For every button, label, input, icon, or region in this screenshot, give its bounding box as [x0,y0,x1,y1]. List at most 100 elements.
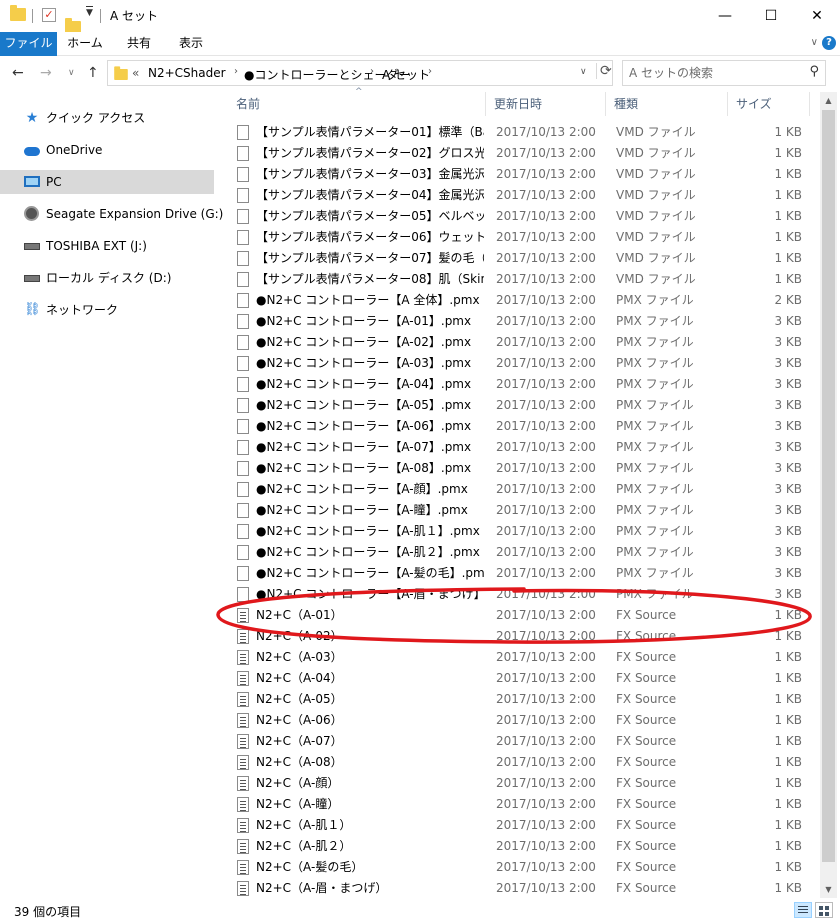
file-date: 2017/10/13 2:00 [496,608,596,622]
tab-home[interactable]: ホーム [60,32,110,56]
table-row[interactable]: ●N2+C コントローラー【A-04】.pmx 2017/10/13 2:00 PM… [228,374,810,395]
tab-share[interactable]: 共有 [116,32,162,56]
file-type: VMD ファイル [616,188,696,202]
expand-ribbon-icon[interactable]: ∨ [811,37,818,48]
nav-item-label: PC [46,175,62,189]
text-file-icon [237,818,249,833]
table-row[interactable]: 【サンプル表情パラメーター06】ウェット質感（w... 2017/10/13 2:… [228,227,810,248]
file-type: VMD ファイル [616,209,696,223]
file-name: ●N2+C コントローラー【A-02】.pmx [256,335,472,349]
table-row[interactable]: N2+C（A-04） 2017/10/13 2:00 FX Source 1 KB [228,668,810,689]
nav-item-local-disk[interactable]: ローカル ディスク (D:) [0,266,214,290]
vertical-scrollbar[interactable]: ▲ ▼ [820,92,837,898]
details-view-button[interactable] [794,902,812,918]
table-row[interactable]: N2+C（A-髪の毛） 2017/10/13 2:00 FX Source 1 KB [228,857,810,878]
nav-item-pc[interactable]: PC [0,170,214,194]
file-icon [237,440,249,455]
file-date: 2017/10/13 2:00 [496,314,596,328]
column-header-size[interactable]: サイズ [728,92,810,116]
table-row[interactable]: ●N2+C コントローラー【A-03】.pmx 2017/10/13 2:00 PM… [228,353,810,374]
forward-button[interactable]: → [40,65,52,81]
large-icons-view-button[interactable] [815,902,833,918]
table-row[interactable]: 【サンプル表情パラメーター02】グロス光沢（Gl... 2017/10/13 2:… [228,143,810,164]
text-file-icon [237,734,249,749]
table-row[interactable]: N2+C（A-眉・まつげ） 2017/10/13 2:00 FX Source 1 K… [228,878,810,898]
file-type: FX Source [616,734,677,748]
column-header-date[interactable]: 更新日時 [486,92,606,116]
table-row[interactable]: N2+C（A-05） 2017/10/13 2:00 FX Source 1 KB [228,689,810,710]
table-row[interactable]: 【サンプル表情パラメーター04】金属光沢Ｂ（... 2017/10/13 2:00… [228,185,810,206]
cloud-icon [24,147,40,156]
scroll-thumb[interactable] [822,110,835,862]
column-header-type[interactable]: 種類 [606,92,728,116]
address-bar[interactable]: « N2+CShader › ●コントローラーとシェーダー › A セット › … [107,60,613,86]
table-row[interactable]: N2+C（A-06） 2017/10/13 2:00 FX Source 1 KB [228,710,810,731]
refresh-icon[interactable]: ⟳ [596,63,612,79]
properties-check-icon[interactable]: ✓ [42,8,56,22]
search-input[interactable] [629,64,799,82]
tab-file[interactable]: ファイル [0,32,57,56]
table-row[interactable]: 【サンプル表情パラメーター08】肌（Skin）.vmd 2017/10/13 2:… [228,269,810,290]
file-type: FX Source [616,629,677,643]
table-row[interactable]: N2+C（A-肌２） 2017/10/13 2:00 FX Source 1 KB [228,836,810,857]
table-row[interactable]: 【サンプル表情パラメーター05】ベルベット（Velv... 2017/10/13 … [228,206,810,227]
table-row[interactable]: N2+C（A-03） 2017/10/13 2:00 FX Source 1 KB [228,647,810,668]
file-name: N2+C（A-瞳） [256,797,340,811]
table-row[interactable]: 【サンプル表情パラメーター03】金属光沢Ａ（... 2017/10/13 2:00… [228,164,810,185]
scroll-up-button[interactable]: ▲ [820,92,837,109]
nav-item-network[interactable]: ⛓ ネットワーク [0,298,214,322]
table-row[interactable]: N2+C（A-顔） 2017/10/13 2:00 FX Source 1 KB [228,773,810,794]
file-date: 2017/10/13 2:00 [496,713,596,727]
table-row[interactable]: ●N2+C コントローラー【A-眉・まつげ】.pmx 2017/10/13 2:0… [228,584,810,605]
address-dropdown-icon[interactable]: ∨ [580,67,587,77]
tab-view[interactable]: 表示 [168,32,214,56]
table-row[interactable]: N2+C（A-肌１） 2017/10/13 2:00 FX Source 1 KB [228,815,810,836]
nav-item-onedrive[interactable]: OneDrive [0,138,214,162]
breadcrumb-item[interactable]: A セット [382,66,430,83]
table-row[interactable]: ●N2+C コントローラー【A-02】.pmx 2017/10/13 2:00 PM… [228,332,810,353]
search-box[interactable]: ⚲ [622,60,826,86]
table-row[interactable]: N2+C（A-08） 2017/10/13 2:00 FX Source 1 KB [228,752,810,773]
scroll-down-button[interactable]: ▼ [820,881,837,898]
table-row[interactable]: 【サンプル表情パラメーター07】髪の毛（Hair）... 2017/10/13 2… [228,248,810,269]
table-row[interactable]: ●N2+C コントローラー【A-08】.pmx 2017/10/13 2:00 PM… [228,458,810,479]
table-row[interactable]: ●N2+C コントローラー【A-05】.pmx 2017/10/13 2:00 PM… [228,395,810,416]
table-row[interactable]: ●N2+C コントローラー【A-顔】.pmx 2017/10/13 2:00 PMX… [228,479,810,500]
table-row[interactable]: ●N2+C コントローラー【A-肌２】.pmx 2017/10/13 2:00 PM… [228,542,810,563]
file-type: PMX ファイル [616,314,694,328]
close-button[interactable]: ✕ [794,0,840,32]
nav-item-label: OneDrive [46,143,103,157]
breadcrumb-separator[interactable]: › [428,66,432,77]
recent-locations-icon[interactable]: ∨ [68,68,75,78]
file-type: PMX ファイル [616,440,694,454]
back-button[interactable]: ← [12,65,24,81]
maximize-button[interactable]: ☐ [748,0,794,32]
table-row[interactable]: N2+C（A-瞳） 2017/10/13 2:00 FX Source 1 KB [228,794,810,815]
table-row[interactable]: N2+C（A-07） 2017/10/13 2:00 FX Source 1 KB [228,731,810,752]
table-row[interactable]: ●N2+C コントローラー【A 全体】.pmx 2017/10/13 2:00 PM… [228,290,810,311]
table-row[interactable]: ●N2+C コントローラー【A-07】.pmx 2017/10/13 2:00 PM… [228,437,810,458]
breadcrumb-separator[interactable]: › [234,66,238,77]
table-row[interactable]: ●N2+C コントローラー【A-06】.pmx 2017/10/13 2:00 PM… [228,416,810,437]
file-icon [237,272,249,287]
table-row[interactable]: ●N2+C コントローラー【A-肌１】.pmx 2017/10/13 2:00 PM… [228,521,810,542]
table-row[interactable]: 【サンプル表情パラメーター01】標準（Basic）.... 2017/10/13 … [228,122,810,143]
table-row[interactable]: ●N2+C コントローラー【A-瞳】.pmx 2017/10/13 2:00 PMX… [228,500,810,521]
column-header-name[interactable]: 名前 [228,92,486,116]
nav-item-toshiba-drive[interactable]: TOSHIBA EXT (J:) [0,234,214,258]
table-row[interactable]: ●N2+C コントローラー【A-01】.pmx 2017/10/13 2:00 PM… [228,311,810,332]
up-button[interactable]: ↑ [87,65,99,81]
table-row[interactable]: ●N2+C コントローラー【A-髪の毛】.pmx 2017/10/13 2:00 P… [228,563,810,584]
file-date: 2017/10/13 2:00 [496,356,596,370]
divider [100,9,101,23]
nav-item-quick-access[interactable]: ★ クイック アクセス [0,106,214,130]
help-icon[interactable]: ? [822,36,836,50]
breadcrumb-overflow[interactable]: « [132,66,139,80]
table-row[interactable]: N2+C（A-02） 2017/10/13 2:00 FX Source 1 KB [228,626,810,647]
breadcrumb-item[interactable]: N2+CShader [148,66,226,80]
nav-item-seagate-drive[interactable]: Seagate Expansion Drive (G:) [0,202,223,226]
minimize-button[interactable]: — [702,0,748,32]
table-row[interactable]: N2+C（A-01） 2017/10/13 2:00 FX Source 1 KB [228,605,810,626]
breadcrumb-separator[interactable]: › [370,66,374,77]
search-icon[interactable]: ⚲ [809,64,819,79]
